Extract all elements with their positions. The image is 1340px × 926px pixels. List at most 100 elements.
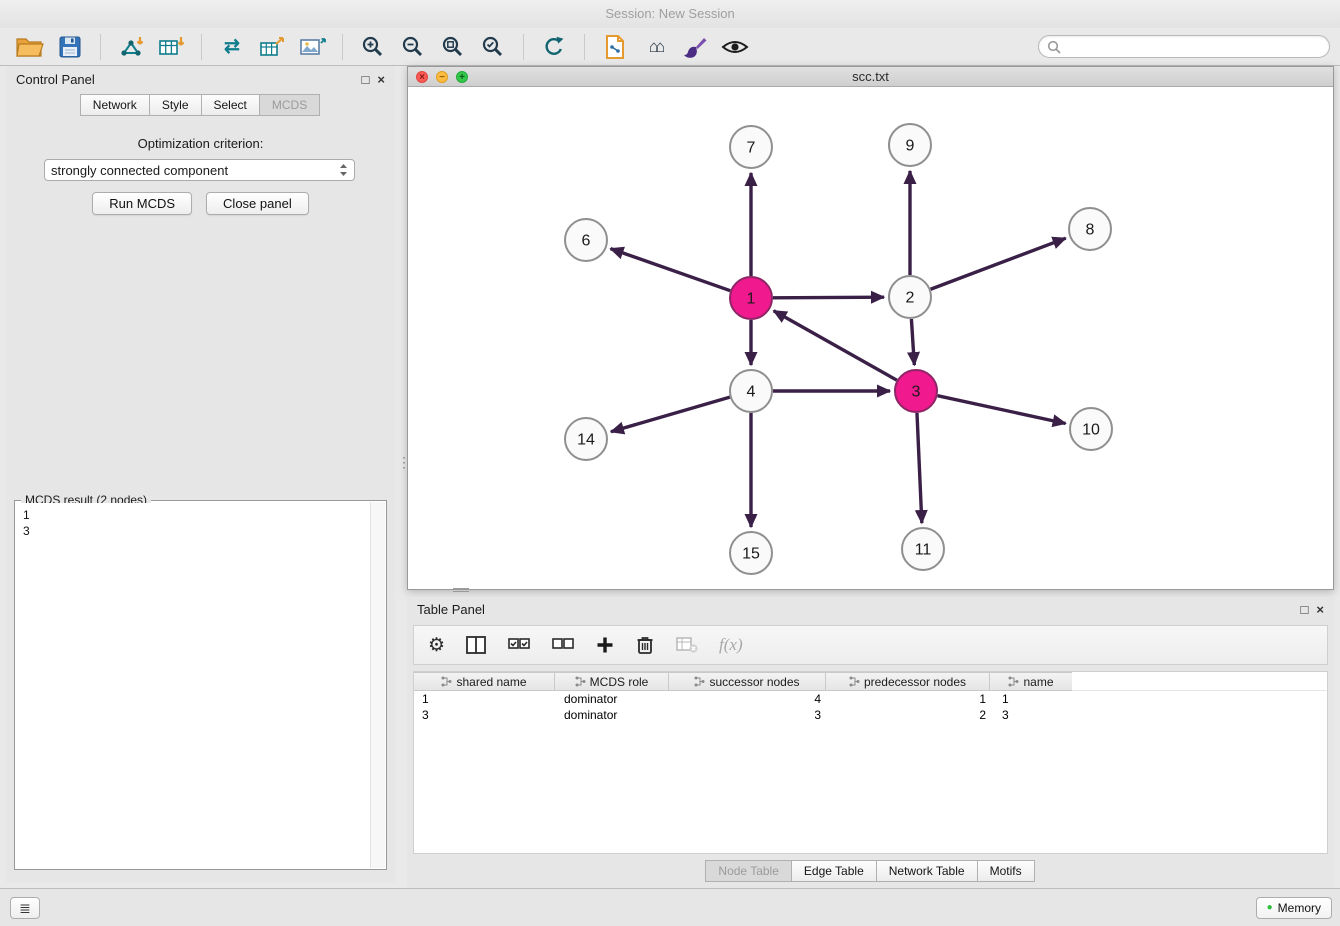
graph-edge-2-3[interactable] — [911, 319, 914, 365]
float-table-panel-icon[interactable]: □ — [1301, 603, 1309, 616]
show-hide-button[interactable] — [718, 32, 752, 62]
column-header-MCDS-role[interactable]: MCDS role — [554, 672, 669, 691]
graph-edge-1-6[interactable] — [611, 249, 731, 291]
graph-node-6[interactable]: 6 — [565, 219, 607, 261]
column-header-shared-name[interactable]: shared name — [413, 672, 555, 691]
export-network-button[interactable]: ⇄ — [215, 32, 249, 62]
search-input[interactable] — [1066, 40, 1321, 54]
search-field[interactable] — [1038, 35, 1330, 58]
network-graph[interactable]: 7 9 6 8 1 2 4 3 14 10 15 11 — [408, 87, 1333, 589]
mcds-result-item[interactable]: 1 — [23, 507, 363, 523]
mcds-result-list[interactable]: 13 — [17, 503, 369, 867]
graph-node-3[interactable]: 3 — [895, 370, 937, 412]
graph-node-label: 1 — [747, 291, 756, 308]
graph-node-label: 9 — [906, 138, 915, 155]
graph-edge-3-11[interactable] — [917, 413, 922, 523]
style-brush-button[interactable] — [678, 32, 712, 62]
memory-button[interactable]: ● Memory — [1256, 897, 1332, 919]
graph-edge-2-8[interactable] — [931, 238, 1066, 289]
run-mcds-button[interactable]: Run MCDS — [92, 192, 192, 215]
table-settings-button[interactable]: ⚙ — [428, 636, 445, 655]
open-session-button[interactable] — [13, 32, 47, 62]
save-floppy-icon — [58, 35, 82, 59]
delete-column-button[interactable] — [635, 634, 655, 656]
graph-node-label: 10 — [1082, 422, 1100, 439]
graph-node-14[interactable]: 14 — [565, 418, 607, 460]
import-network-icon — [118, 35, 144, 59]
graph-node-9[interactable]: 9 — [889, 124, 931, 166]
tab-node-table[interactable]: Node Table — [705, 860, 792, 882]
export-table-icon — [258, 35, 286, 59]
graph-edge-3-10[interactable] — [937, 396, 1065, 424]
select-all-button[interactable] — [507, 635, 531, 655]
panel-splitter-handle[interactable]: ⋮ — [397, 458, 405, 484]
network-window-titlebar[interactable]: scc.txt × − + — [408, 67, 1333, 87]
column-header-name[interactable]: name — [989, 672, 1073, 691]
graph-node-2[interactable]: 2 — [889, 276, 931, 318]
open-document-button[interactable] — [598, 32, 632, 62]
column-header-label: name — [1023, 675, 1053, 689]
graph-edge-4-14[interactable] — [611, 397, 730, 432]
zoom-window-button[interactable]: + — [456, 71, 468, 83]
column-header-successor-nodes[interactable]: successor nodes — [668, 672, 826, 691]
graph-node-11[interactable]: 11 — [902, 528, 944, 570]
show-columns-button[interactable] — [465, 635, 487, 655]
graph-edge-3-1[interactable] — [774, 311, 897, 380]
tab-network[interactable]: Network — [80, 94, 150, 116]
zoom-selected-button[interactable] — [476, 32, 510, 62]
optimization-criterion-label: Optimization criterion: — [6, 136, 395, 151]
result-scrollbar[interactable] — [370, 502, 385, 868]
table-toolbar: ⚙ — [413, 625, 1328, 665]
graph-node-15[interactable]: 15 — [730, 532, 772, 574]
tab-edge-table[interactable]: Edge Table — [791, 860, 877, 882]
zoom-fit-button[interactable] — [436, 32, 470, 62]
save-session-button[interactable] — [53, 32, 87, 62]
node-table: shared nameMCDS rolesuccessor nodesprede… — [413, 671, 1328, 854]
export-image-button[interactable] — [295, 32, 329, 62]
graph-node-7[interactable]: 7 — [730, 126, 772, 168]
close-table-panel-icon[interactable]: × — [1316, 603, 1324, 616]
network-window: scc.txt × − + 7 9 6 8 1 2 4 3 14 10 15 11 — [407, 66, 1334, 590]
show-panel-button[interactable]: ≣ — [10, 897, 40, 919]
close-panel-button[interactable]: Close panel — [206, 192, 309, 215]
home-button[interactable]: ⌂⌂ — [638, 32, 672, 62]
add-column-button[interactable] — [595, 635, 615, 655]
window-resize-handle[interactable] — [453, 588, 469, 592]
mcds-result-item[interactable]: 3 — [23, 523, 363, 539]
toolbar-separator — [523, 34, 524, 60]
zoom-fit-icon — [440, 34, 466, 60]
document-network-icon — [603, 34, 627, 60]
criterion-dropdown[interactable]: strongly connected component — [44, 159, 355, 181]
tab-mcds[interactable]: MCDS — [259, 94, 320, 116]
export-table-button[interactable] — [255, 32, 289, 62]
delete-table-button[interactable] — [675, 635, 699, 655]
zoom-out-button[interactable] — [396, 32, 430, 62]
table-header-row: shared nameMCDS rolesuccessor nodesprede… — [414, 672, 1327, 691]
refresh-button[interactable] — [537, 32, 571, 62]
tab-select[interactable]: Select — [201, 94, 260, 116]
tab-style[interactable]: Style — [149, 94, 202, 116]
tab-motifs[interactable]: Motifs — [977, 860, 1035, 882]
column-type-icon — [1008, 676, 1019, 687]
graph-node-8[interactable]: 8 — [1069, 208, 1111, 250]
graph-edge-1-2[interactable] — [773, 297, 884, 298]
trash-icon — [635, 634, 655, 656]
zoom-in-button[interactable] — [356, 32, 390, 62]
float-panel-icon[interactable]: □ — [362, 73, 370, 86]
close-window-button[interactable]: × — [416, 71, 428, 83]
function-builder-button[interactable]: f(x) — [719, 635, 743, 655]
graph-node-10[interactable]: 10 — [1070, 408, 1112, 450]
minimize-window-button[interactable]: − — [436, 71, 448, 83]
table-row[interactable]: 3dominator323 — [414, 707, 1327, 723]
column-header-predecessor-nodes[interactable]: predecessor nodes — [825, 672, 990, 691]
close-panel-icon[interactable]: × — [377, 73, 385, 86]
refresh-icon — [541, 35, 567, 59]
network-canvas[interactable]: 7 9 6 8 1 2 4 3 14 10 15 11 — [408, 87, 1333, 589]
graph-node-1[interactable]: 1 — [730, 277, 772, 319]
import-table-button[interactable] — [154, 32, 188, 62]
table-row[interactable]: 1dominator411 — [414, 691, 1327, 707]
graph-node-4[interactable]: 4 — [730, 370, 772, 412]
import-network-button[interactable] — [114, 32, 148, 62]
tab-network-table[interactable]: Network Table — [876, 860, 978, 882]
deselect-all-button[interactable] — [551, 635, 575, 655]
